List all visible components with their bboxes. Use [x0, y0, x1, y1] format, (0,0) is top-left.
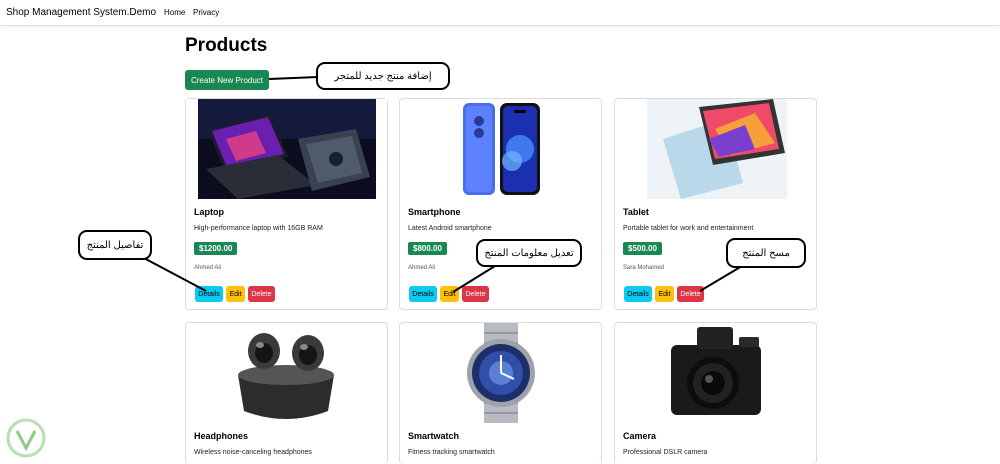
- laptop-photo: [186, 99, 387, 199]
- details-button[interactable]: Details: [409, 286, 437, 302]
- product-name: Smartwatch: [408, 431, 460, 441]
- callout-add-product: إضافة منتج جديد للمتجر: [316, 62, 450, 90]
- product-card-tablet: Tablet Portable tablet for work and ente…: [614, 98, 817, 310]
- product-card-smartphone: Smartphone Latest Android smartphone $80…: [399, 98, 602, 310]
- brand-link[interactable]: Shop Management System.Demo: [6, 7, 156, 18]
- nav-privacy-link[interactable]: Privacy: [193, 8, 219, 17]
- product-owner: Sara Mohamed: [623, 265, 665, 271]
- details-button[interactable]: Details: [195, 286, 223, 302]
- product-description: Latest Android smartphone: [408, 225, 492, 232]
- product-name: Tablet: [623, 207, 649, 217]
- camera-photo: [615, 323, 816, 423]
- smartphone-photo: [400, 99, 601, 199]
- delete-button[interactable]: Delete: [462, 286, 489, 302]
- watermark-logo: [6, 418, 46, 458]
- callout-edit: تعديل معلومات المنتج: [476, 239, 582, 267]
- product-name: Smartphone: [408, 207, 461, 217]
- smartwatch-photo: [400, 323, 601, 423]
- price-badge: $500.00: [623, 242, 662, 255]
- price-badge: $800.00: [408, 242, 447, 255]
- product-description: Portable tablet for work and entertainme…: [623, 225, 754, 232]
- product-description: Fitness tracking smartwatch: [408, 449, 495, 456]
- navbar: Shop Management System.Demo Home Privacy: [0, 0, 1000, 26]
- product-description: Professional DSLR camera: [623, 449, 708, 456]
- edit-button[interactable]: Edit: [440, 286, 459, 302]
- edit-button[interactable]: Edit: [655, 286, 674, 302]
- edit-button[interactable]: Edit: [226, 286, 245, 302]
- callout-details: تفاصيل المنتج: [78, 230, 152, 260]
- product-owner: Ahmed Ali: [408, 265, 436, 271]
- earbuds-photo: [186, 323, 387, 423]
- product-owner: Ahmed Ali: [194, 265, 222, 271]
- product-card-headphones: Headphones Wireless noise-canceling head…: [185, 322, 388, 464]
- product-card-smartwatch: Smartwatch Fitness tracking smartwatch: [399, 322, 602, 464]
- tablet-photo: [615, 99, 816, 199]
- product-name: Camera: [623, 431, 657, 441]
- product-card-laptop: Laptop High-performance laptop with 16GB…: [185, 98, 388, 310]
- product-name: Laptop: [194, 207, 224, 217]
- page-title: Products: [185, 35, 268, 56]
- delete-button[interactable]: Delete: [248, 286, 275, 302]
- product-name: Headphones: [194, 431, 249, 441]
- callout-delete: مسح المنتج: [726, 238, 806, 268]
- product-card-camera: Camera Professional DSLR camera: [614, 322, 817, 464]
- details-button[interactable]: Details: [624, 286, 652, 302]
- nav-home-link[interactable]: Home: [164, 8, 185, 17]
- product-description: Wireless noise-canceling headphones: [194, 449, 312, 456]
- delete-button[interactable]: Delete: [677, 286, 704, 302]
- create-product-button[interactable]: Create New Product: [185, 70, 269, 90]
- price-badge: $1200.00: [194, 242, 238, 255]
- product-description: High-performance laptop with 16GB RAM: [194, 225, 323, 232]
